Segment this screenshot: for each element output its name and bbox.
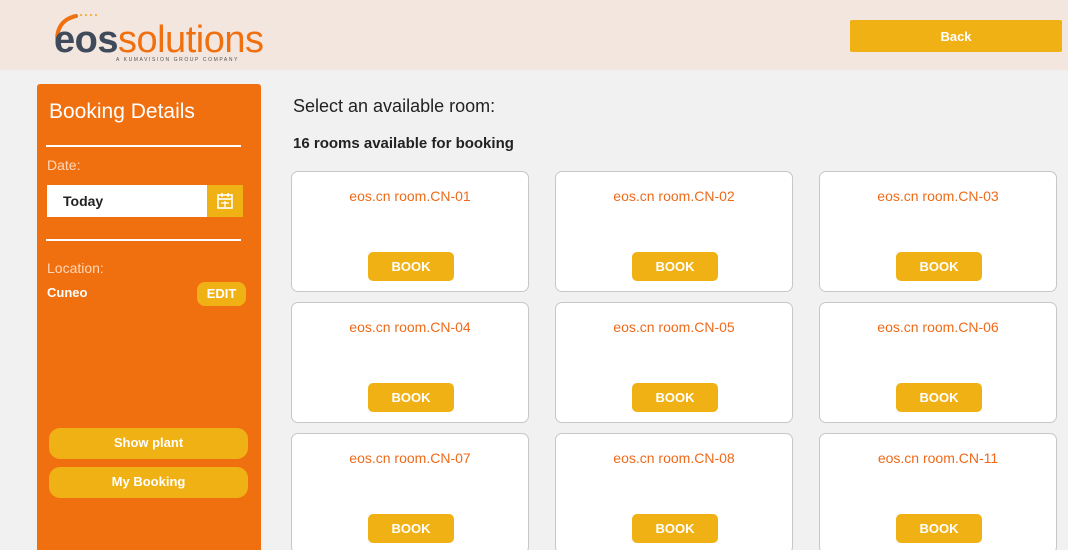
edit-location-button[interactable]: EDIT [197,282,246,306]
book-button[interactable]: BOOK [368,383,454,412]
room-name: eos.cn room.CN-08 [613,450,735,466]
room-card: eos.cn room.CN-07 BOOK [291,433,529,550]
divider [46,239,241,241]
date-label: Date: [47,157,81,173]
room-card: eos.cn room.CN-06 BOOK [819,302,1057,423]
book-button[interactable]: BOOK [896,383,982,412]
calendar-icon [217,193,233,209]
my-booking-button[interactable]: My Booking [49,467,248,498]
location-value: Cuneo [47,285,88,300]
calendar-button[interactable] [207,185,243,217]
book-button[interactable]: BOOK [632,252,718,281]
page-title: Select an available room: [293,96,496,116]
room-name: eos.cn room.CN-07 [349,450,471,466]
book-button[interactable]: BOOK [896,514,982,543]
book-button[interactable]: BOOK [632,514,718,543]
logo-tagline: A KUMAVISION GROUP COMPANY [116,57,240,63]
room-name: eos.cn room.CN-04 [349,319,471,335]
room-card: eos.cn room.CN-04 BOOK [291,302,529,423]
app-header: eossolutions A KUMAVISION GROUP COMPANY … [0,0,1068,70]
room-card: eos.cn room.CN-08 BOOK [555,433,793,550]
room-grid: eos.cn room.CN-01 BOOK eos.cn room.CN-02… [290,170,1065,550]
eossolutions-logo: eossolutions A KUMAVISION GROUP COMPANY [40,6,280,66]
booking-details-panel: Booking Details Date: Today Location: Cu… [37,84,261,550]
room-name: eos.cn room.CN-11 [877,450,999,466]
panel-title: Booking Details [49,100,195,123]
book-button[interactable]: BOOK [632,383,718,412]
rooms-count: 16 rooms available for booking [293,135,514,152]
book-button[interactable]: BOOK [896,252,982,281]
room-card: eos.cn room.CN-02 BOOK [555,171,793,292]
room-card: eos.cn room.CN-11 BOOK [819,433,1057,550]
date-field[interactable]: Today [47,185,207,217]
room-card: eos.cn room.CN-05 BOOK [555,302,793,423]
room-card: eos.cn room.CN-01 BOOK [291,171,529,292]
room-name: eos.cn room.CN-06 [877,319,999,335]
back-button[interactable]: Back [850,20,1062,52]
room-card: eos.cn room.CN-03 BOOK [819,171,1057,292]
room-name: eos.cn room.CN-03 [877,188,999,204]
room-name: eos.cn room.CN-01 [349,188,471,204]
show-plant-button[interactable]: Show plant [49,428,248,459]
room-name: eos.cn room.CN-05 [613,319,735,335]
book-button[interactable]: BOOK [368,252,454,281]
logo-text-bold: eos [54,19,118,61]
location-label: Location: [47,260,104,276]
logo-text: eossolutions [54,19,264,61]
book-button[interactable]: BOOK [368,514,454,543]
room-name: eos.cn room.CN-02 [613,188,735,204]
logo-text-light: solutions [117,19,264,61]
divider [46,145,241,147]
